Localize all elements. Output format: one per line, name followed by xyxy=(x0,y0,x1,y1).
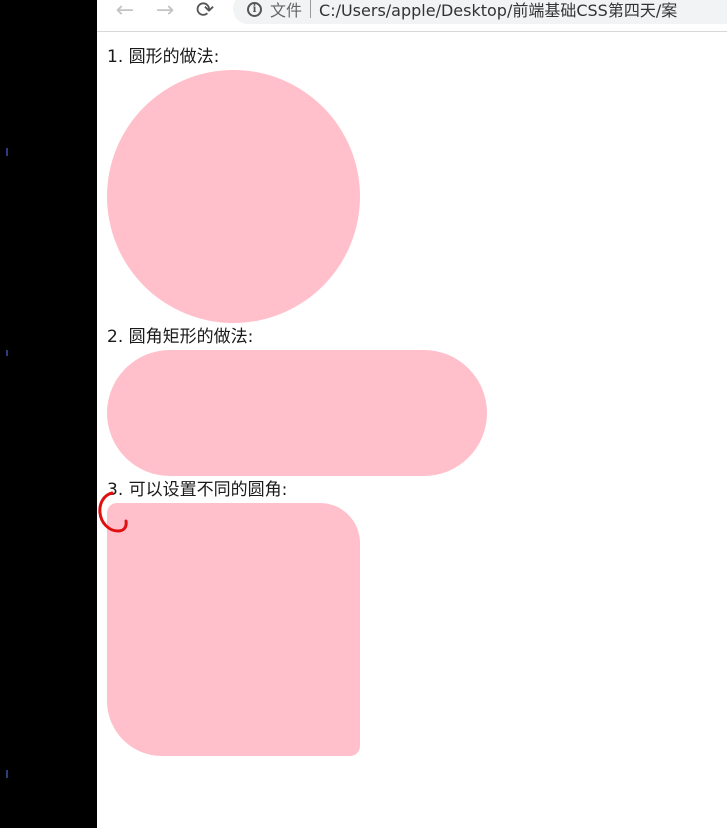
pink-mixed-corner-box xyxy=(107,503,360,756)
info-icon[interactable]: i xyxy=(247,1,262,17)
reload-icon: ⟳ xyxy=(195,0,215,23)
pink-circle xyxy=(107,70,360,323)
scheme-label: 文件 xyxy=(270,1,303,20)
reload-button[interactable]: ⟳ xyxy=(193,0,217,22)
url-text[interactable]: C:/Users/apple/Desktop/前端基础CSS第四天/案 xyxy=(319,0,677,21)
browser-toolbar: ← → ⟳ i 文件 C:/Users/apple/Desktop/前端基础CS… xyxy=(97,0,727,32)
forward-button[interactable]: → xyxy=(153,0,177,22)
pink-rounded-rectangle xyxy=(107,350,487,476)
rounded-rect-heading: 2. 圆角矩形的做法: xyxy=(107,327,254,347)
editor-marker xyxy=(6,350,8,356)
red-pen-annotation xyxy=(98,491,128,533)
back-button[interactable]: ← xyxy=(113,0,137,22)
editor-marker xyxy=(6,148,8,156)
editor-marker xyxy=(6,770,8,778)
editor-background xyxy=(0,0,97,828)
address-divider xyxy=(310,0,312,18)
page-content: 1. 圆形的做法: 2. 圆角矩形的做法: 3. 可以设置不同的圆角: xyxy=(97,32,727,828)
circle-heading: 1. 圆形的做法: xyxy=(107,47,220,67)
address-bar[interactable]: i 文件 C:/Users/apple/Desktop/前端基础CSS第四天/案 xyxy=(233,0,727,24)
forward-arrow-icon: → xyxy=(155,0,175,23)
back-arrow-icon: ← xyxy=(115,0,135,23)
